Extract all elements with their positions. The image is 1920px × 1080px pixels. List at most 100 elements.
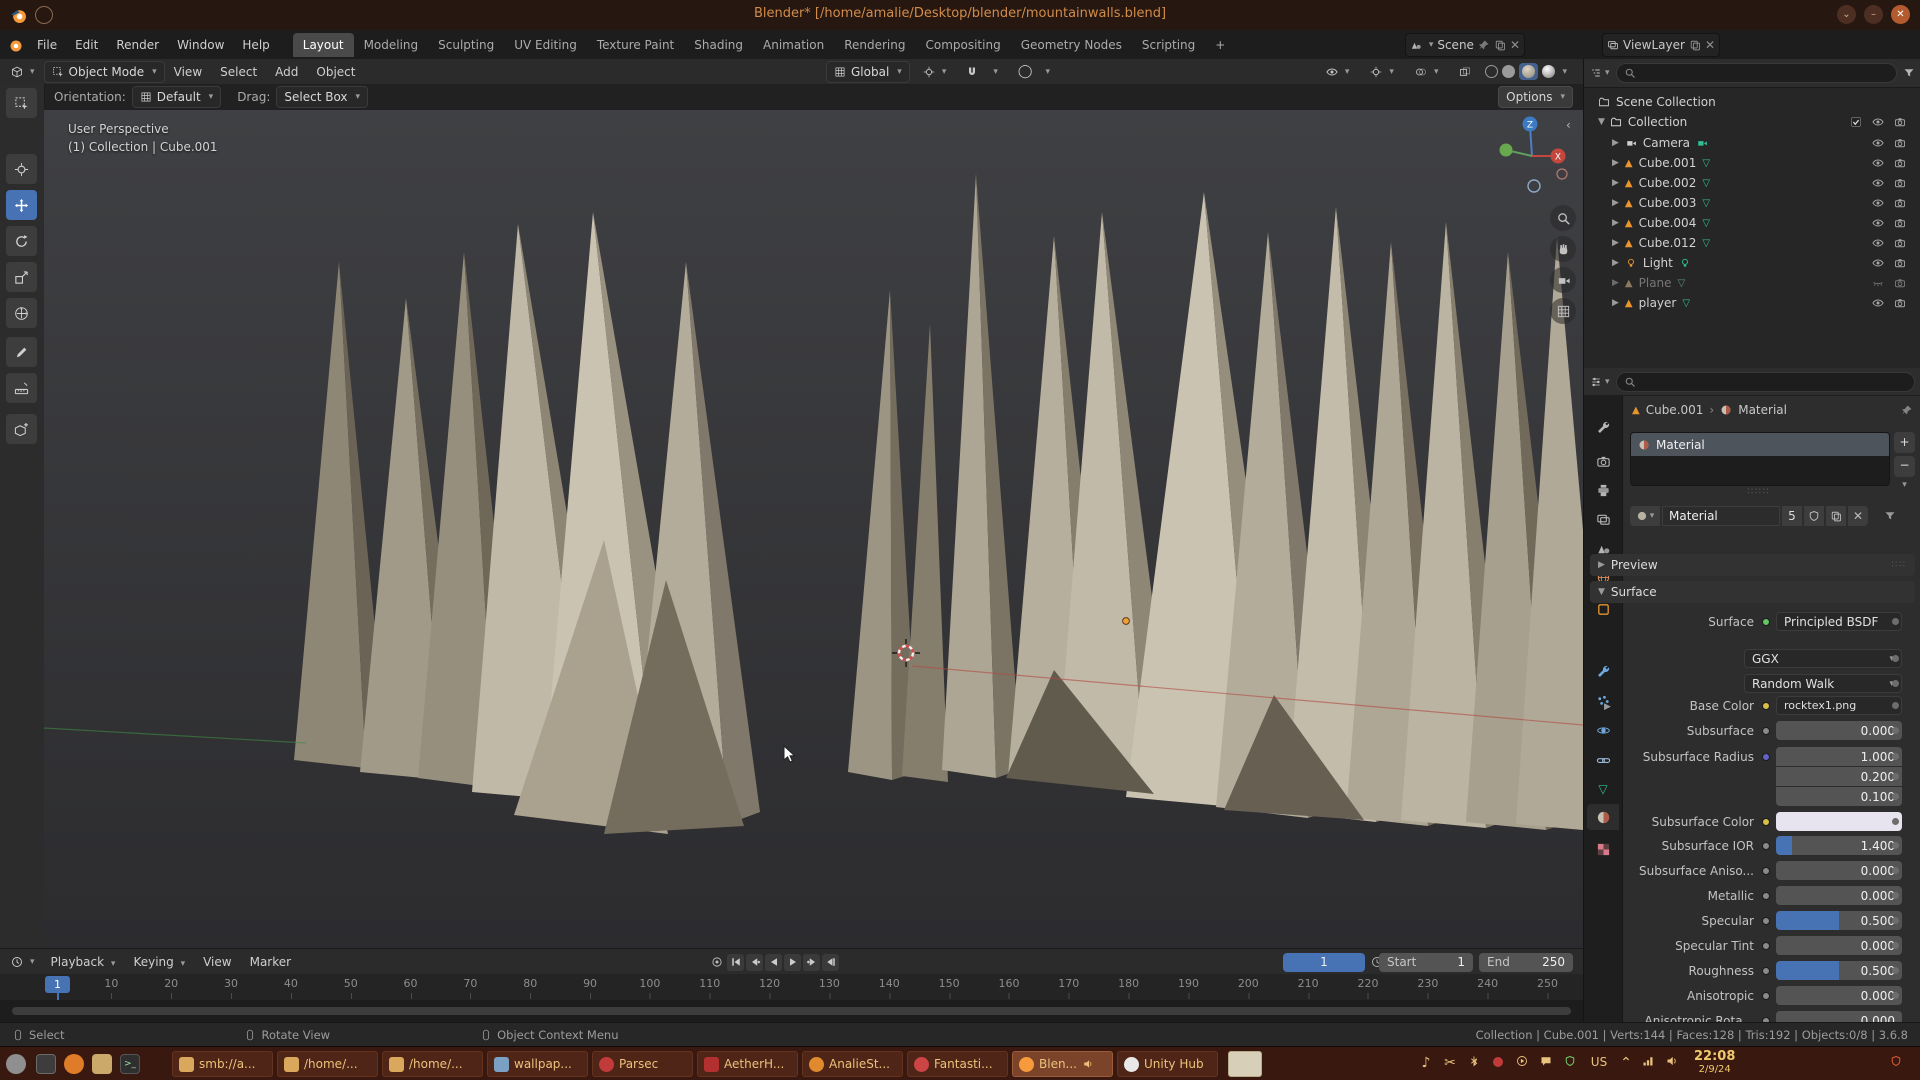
subsurface-color-swatch[interactable] xyxy=(1776,812,1902,831)
shading-solid-button[interactable] xyxy=(1502,65,1515,78)
jump-to-start-button[interactable] xyxy=(727,954,744,971)
current-frame-field[interactable]: 1 xyxy=(1283,953,1365,972)
render-camera-icon[interactable] xyxy=(1894,137,1906,149)
tab-render[interactable] xyxy=(1587,448,1619,474)
frame-start-field[interactable]: Start1 xyxy=(1379,953,1473,972)
window-close-button[interactable]: ✕ xyxy=(1891,5,1910,24)
breadcrumb-data-name[interactable]: Material xyxy=(1738,403,1787,417)
workspace-tab-animation[interactable]: Animation xyxy=(753,33,834,57)
row-expand-arrow[interactable]: ▶ xyxy=(1612,218,1619,228)
pivot-point-dropdown[interactable]: ▾ xyxy=(916,63,954,81)
row-expand-arrow[interactable]: ▶ xyxy=(1612,178,1619,188)
row-expand-arrow[interactable]: ▶ xyxy=(1612,238,1619,248)
radius-z-field[interactable]: 0.100 xyxy=(1776,787,1902,806)
render-camera-icon[interactable] xyxy=(1894,197,1906,209)
tray-network-icon[interactable] xyxy=(1638,1055,1658,1071)
breadcrumb-object-name[interactable]: Cube.001 xyxy=(1646,403,1704,417)
tab-modifiers[interactable] xyxy=(1587,658,1619,684)
workspace-tab-scripting[interactable]: Scripting xyxy=(1132,33,1205,57)
options-dropdown[interactable]: Options ▾ xyxy=(1498,86,1573,108)
menu-help[interactable]: Help xyxy=(233,33,278,57)
files-launcher-icon[interactable] xyxy=(92,1054,112,1074)
outliner-row-scene-collection[interactable]: Scene Collection xyxy=(1584,92,1920,112)
unlink-scene-icon[interactable]: ✕ xyxy=(1510,38,1520,52)
taskbar-window-analiest[interactable]: AnalieSt... xyxy=(802,1051,903,1077)
viewlayer-selector[interactable]: ViewLayer ✕ xyxy=(1602,33,1720,57)
outliner-search-input[interactable] xyxy=(1616,63,1897,83)
decorator-dot[interactable] xyxy=(1892,967,1899,974)
viewport-canvas[interactable]: Z X User Perspective (1) Collection | Cu… xyxy=(44,110,1583,948)
hide-eye-icon[interactable] xyxy=(1872,157,1884,169)
menu-edit[interactable]: Edit xyxy=(66,33,107,57)
next-keyframe-button[interactable] xyxy=(803,954,820,971)
decorator-dot[interactable] xyxy=(1892,917,1899,924)
proportional-falloff-dropdown[interactable]: ▾ xyxy=(1035,64,1057,80)
workspace-tab-sculpting[interactable]: Sculpting xyxy=(428,33,504,57)
remove-material-slot-button[interactable]: − xyxy=(1894,456,1915,477)
decorator-dot[interactable] xyxy=(1892,655,1899,662)
hide-eye-icon[interactable] xyxy=(1872,197,1884,209)
tab-material[interactable] xyxy=(1587,804,1619,830)
tray-chat-icon[interactable] xyxy=(1536,1055,1556,1071)
render-camera-icon[interactable] xyxy=(1894,297,1906,309)
outliner-row-camera[interactable]: ▶ Camera xyxy=(1584,133,1920,153)
timeline-scrollbar[interactable] xyxy=(0,1000,1583,1022)
taskbar-window-parsec[interactable]: Parsec xyxy=(592,1051,693,1077)
outliner-editor-type-icon[interactable]: ▾ xyxy=(1590,67,1610,79)
decorator-dot[interactable] xyxy=(1892,942,1899,949)
show-desktop-button[interactable] xyxy=(36,1054,56,1074)
menu-render[interactable]: Render xyxy=(107,33,168,57)
play-reverse-button[interactable] xyxy=(765,954,782,971)
prev-keyframe-button[interactable] xyxy=(746,954,763,971)
menu-select[interactable]: Select xyxy=(211,60,266,84)
properties-search-input[interactable] xyxy=(1616,372,1915,392)
play-button[interactable] xyxy=(784,954,801,971)
taskbar-window-smb[interactable]: smb://a... xyxy=(172,1051,273,1077)
taskbar-window-unityhub[interactable]: Unity Hub xyxy=(1117,1051,1218,1077)
tray-expand-caret-icon[interactable]: ⌃ xyxy=(1616,1055,1636,1071)
roughness-slider[interactable]: 0.500 xyxy=(1776,961,1902,980)
row-expand-arrow[interactable]: ▶ xyxy=(1612,258,1619,268)
specular-tint-slider[interactable]: 0.000 xyxy=(1776,936,1902,955)
decorator-dot[interactable] xyxy=(1892,992,1899,999)
row-expand-arrow[interactable]: ▶ xyxy=(1612,138,1619,148)
viewport-zoom-button[interactable] xyxy=(1550,205,1576,231)
timeline-menu-keying[interactable]: Keying ▾ xyxy=(124,950,194,974)
taskbar-window-wallpaper[interactable]: wallpap... xyxy=(487,1051,588,1077)
subsurface-aniso-slider[interactable]: 0.000 xyxy=(1776,861,1902,880)
breadcrumb-pin-icon[interactable] xyxy=(1901,404,1913,416)
collection-hide-eye-icon[interactable] xyxy=(1872,116,1884,128)
material-name-field[interactable]: Material xyxy=(1662,506,1780,526)
tray-antivirus-shield-icon[interactable] xyxy=(1560,1055,1580,1071)
viewport-pan-button[interactable] xyxy=(1550,236,1576,262)
decorator-dot[interactable] xyxy=(1892,702,1899,709)
hide-eye-icon[interactable] xyxy=(1872,217,1884,229)
material-slot-item[interactable]: Material xyxy=(1631,433,1889,456)
overlays-toggle[interactable]: ▾ xyxy=(1408,63,1446,81)
shading-wireframe-button[interactable] xyxy=(1485,65,1498,78)
menu-object[interactable]: Object xyxy=(307,60,364,84)
hide-eye-icon[interactable] xyxy=(1872,237,1884,249)
render-camera-icon[interactable] xyxy=(1894,157,1906,169)
outliner-row-plane[interactable]: ▶ ▲ Plane ▽ xyxy=(1584,273,1920,293)
decorator-dot[interactable] xyxy=(1892,680,1899,687)
subsurface-method-dropdown[interactable]: Random Walk▾ xyxy=(1744,674,1902,693)
start-menu-button[interactable] xyxy=(6,1054,26,1074)
subsurface-ior-slider[interactable]: 1.400 xyxy=(1776,836,1902,855)
taskbar-window-blender[interactable]: Blen... xyxy=(1012,1051,1113,1077)
taskbar-window-aetherhub[interactable]: AetherH... xyxy=(697,1051,798,1077)
tool-transform[interactable] xyxy=(6,298,37,328)
scene-selector[interactable]: ▾ Scene ✕ xyxy=(1405,33,1525,57)
specular-slider[interactable]: 0.500 xyxy=(1776,911,1902,930)
window-minimize-button[interactable]: – xyxy=(1864,5,1883,24)
menu-file[interactable]: File xyxy=(28,33,66,57)
sidebar-collapse-arrow[interactable]: ‹ xyxy=(1566,118,1571,132)
hide-eye-icon[interactable] xyxy=(1872,137,1884,149)
tray-notifications-icon[interactable] xyxy=(1886,1055,1906,1071)
browse-material-button[interactable]: ▾ xyxy=(1630,506,1660,526)
menu-add[interactable]: Add xyxy=(266,60,307,84)
tool-select-box[interactable] xyxy=(6,88,37,118)
tab-texture[interactable] xyxy=(1587,836,1619,862)
timeline-menu-view[interactable]: View xyxy=(194,950,240,974)
outliner-row-player[interactable]: ▶ ▲ player ▽ xyxy=(1584,293,1920,313)
